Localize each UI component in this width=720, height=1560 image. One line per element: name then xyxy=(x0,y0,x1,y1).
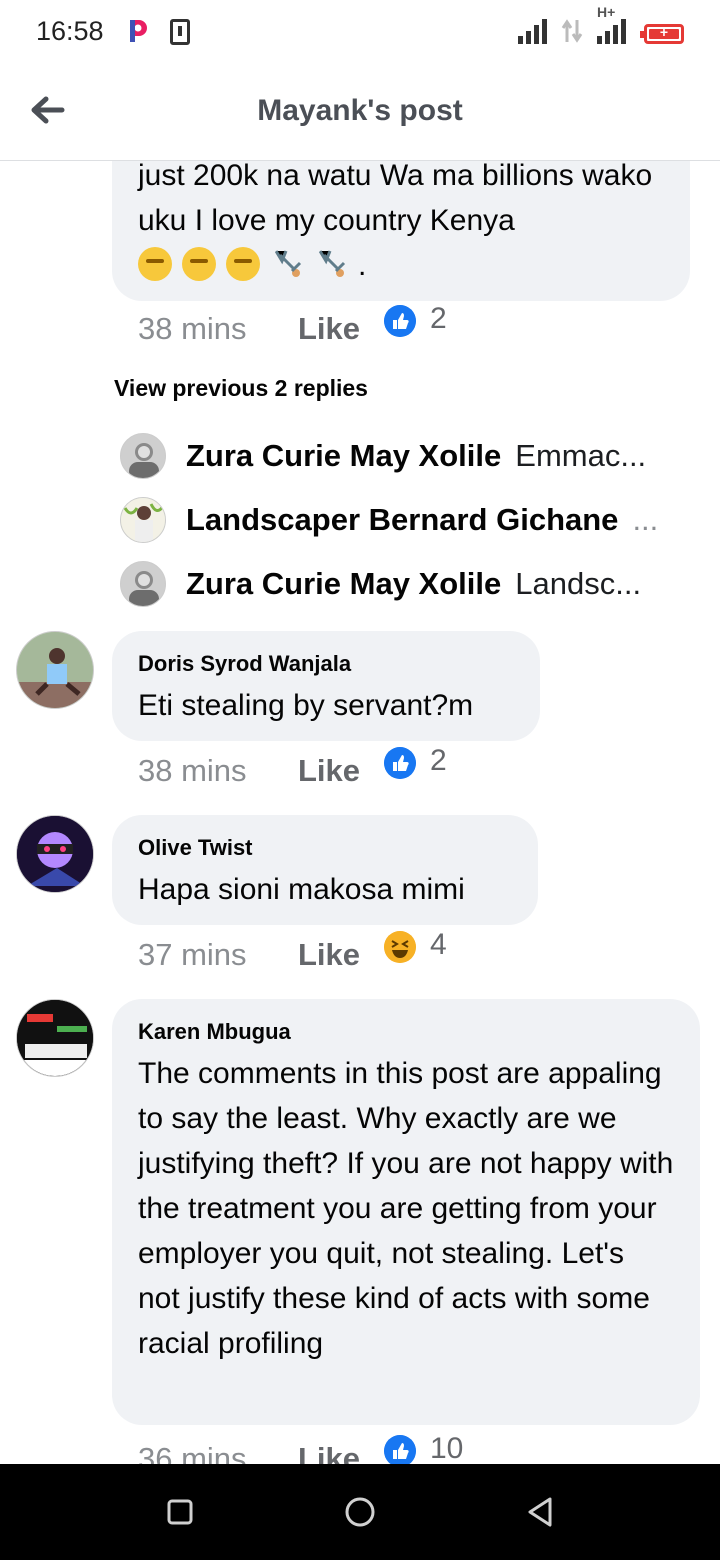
reaction-count: 2 xyxy=(430,744,447,777)
comment-time: 38 mins xyxy=(138,311,247,346)
comment-bubble[interactable]: just 200k na watu Wa ma billions wako uk… xyxy=(112,161,690,301)
comments-feed[interactable]: just 200k na watu Wa ma billions wako uk… xyxy=(0,161,720,1464)
comment-author[interactable]: Olive Twist xyxy=(138,835,512,861)
page-title: Mayank's post xyxy=(257,94,463,127)
like-button[interactable]: Like xyxy=(298,1441,384,1464)
comment-text: The comments in this post are appaling t… xyxy=(138,1057,674,1360)
comment-meta: 38 mins Like 2 xyxy=(138,744,447,789)
person-cartwheeling-emoji xyxy=(274,250,302,277)
system-nav-bar xyxy=(0,1464,720,1560)
comment-time: 36 mins xyxy=(138,1441,247,1464)
signal-icon xyxy=(518,18,547,44)
like-button[interactable]: Like xyxy=(298,753,384,789)
comment-bubble[interactable]: Olive Twist Hapa sioni makosa mimi xyxy=(112,815,538,925)
recents-square-icon[interactable] xyxy=(160,1492,200,1532)
haha-reaction-icon[interactable] xyxy=(384,931,416,963)
home-circle-icon[interactable] xyxy=(340,1492,380,1532)
reply-preview-row[interactable]: Landscaper Bernard Gichane ... xyxy=(120,495,680,545)
reply-preview-row[interactable]: Zura Curie May Xolile Landsc... xyxy=(120,559,680,609)
reply-author[interactable]: Landscaper Bernard Gichane xyxy=(186,502,618,538)
thinking-face-emoji xyxy=(138,247,172,281)
reply-preview-row[interactable]: Zura Curie May Xolile Emmac... xyxy=(120,431,680,481)
reaction-count: 10 xyxy=(430,1432,464,1464)
like-button[interactable]: Like xyxy=(298,937,384,973)
app-header: Mayank's post xyxy=(0,66,720,161)
like-reaction-icon[interactable] xyxy=(384,1435,416,1464)
thinking-face-emoji xyxy=(182,247,216,281)
like-button[interactable]: Like xyxy=(298,311,384,347)
comment-author[interactable]: Doris Syrod Wanjala xyxy=(138,651,514,677)
avatar[interactable] xyxy=(120,433,166,479)
comment-bubble[interactable]: Karen Mbugua The comments in this post a… xyxy=(112,999,700,1425)
phone-vibrate-icon xyxy=(170,19,190,45)
person-cartwheeling-emoji xyxy=(318,250,346,277)
comment-time: 37 mins xyxy=(138,937,247,972)
reaction-count: 4 xyxy=(430,928,447,961)
reaction-count: 2 xyxy=(430,302,447,335)
comment-text: Eti stealing by servant?m xyxy=(138,689,474,722)
comment-bubble[interactable]: Doris Syrod Wanjala Eti stealing by serv… xyxy=(112,631,540,741)
battery-low-icon: + xyxy=(640,24,684,44)
status-time: 16:58 xyxy=(36,16,104,46)
reply-preview: Landsc... xyxy=(515,566,642,601)
view-previous-replies-link[interactable]: View previous 2 replies xyxy=(114,375,368,402)
like-reaction-icon[interactable] xyxy=(384,747,416,779)
avatar[interactable] xyxy=(120,497,166,543)
comment-author[interactable]: Karen Mbugua xyxy=(138,1019,674,1045)
thinking-face-emoji xyxy=(226,247,260,281)
comment-text: Hapa sioni makosa mimi xyxy=(138,873,465,906)
comment-meta: 36 mins Like 10 xyxy=(138,1432,463,1464)
pocket-casts-icon xyxy=(130,20,147,42)
data-arrows-icon xyxy=(561,19,583,43)
comment-text: just 200k na watu Wa ma billions wako uk… xyxy=(138,161,653,237)
avatar[interactable] xyxy=(16,815,94,893)
avatar[interactable] xyxy=(120,561,166,607)
status-bar: 16:58 H+ + xyxy=(0,0,720,66)
reply-author[interactable]: Zura Curie May Xolile xyxy=(186,566,501,602)
comment-time: 38 mins xyxy=(138,753,247,788)
comment-emojis: . xyxy=(138,243,664,288)
avatar[interactable] xyxy=(16,631,94,709)
reply-preview: Emmac... xyxy=(515,438,647,473)
reply-author[interactable]: Zura Curie May Xolile xyxy=(186,438,501,474)
reply-preview: ... xyxy=(632,502,659,537)
comment-meta: 37 mins Like 4 xyxy=(138,928,447,973)
back-triangle-icon[interactable] xyxy=(520,1492,560,1532)
like-reaction-icon[interactable] xyxy=(384,305,416,337)
comment-meta: 38 mins Like 2 xyxy=(138,302,447,347)
avatar[interactable] xyxy=(16,999,94,1077)
signal-hplus-icon: H+ xyxy=(597,4,626,44)
